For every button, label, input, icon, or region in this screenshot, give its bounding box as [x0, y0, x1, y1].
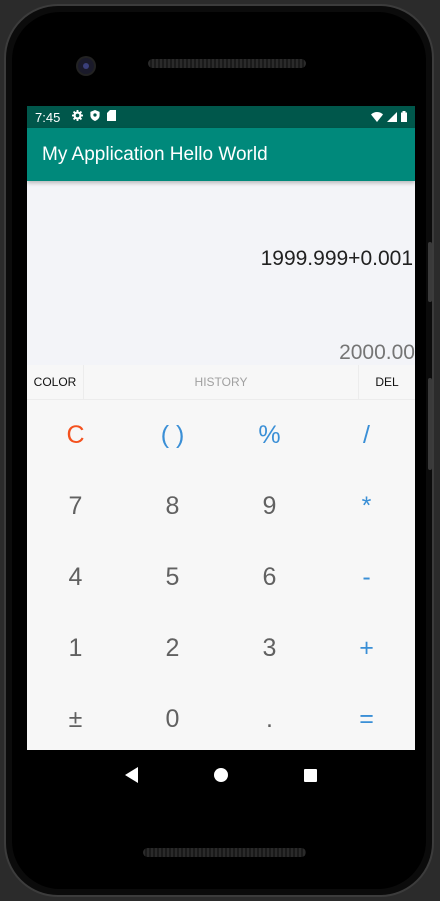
- sd-card-icon: [107, 110, 117, 124]
- parentheses-button[interactable]: ( ): [124, 400, 221, 471]
- status-time: 7:45: [35, 109, 61, 125]
- subtract-button[interactable]: -: [318, 542, 415, 613]
- volume-button: [428, 242, 432, 302]
- shield-icon: [90, 110, 100, 124]
- earpiece-speaker: [148, 59, 306, 68]
- signal-icon: [387, 110, 397, 125]
- digit-4-button[interactable]: 4: [27, 542, 124, 613]
- decimal-button[interactable]: .: [221, 684, 318, 755]
- digit-8-button[interactable]: 8: [124, 471, 221, 542]
- divide-button[interactable]: /: [318, 400, 415, 471]
- navigation-bar: [27, 750, 415, 800]
- status-right: [371, 110, 407, 125]
- percent-button[interactable]: %: [221, 400, 318, 471]
- calculator-display: 1999.999+0.001 2000.00: [27, 181, 415, 365]
- status-bar: 7:45: [27, 106, 415, 128]
- digit-0-button[interactable]: 0: [124, 684, 221, 755]
- digit-6-button[interactable]: 6: [221, 542, 318, 613]
- color-button[interactable]: COLOR: [27, 365, 83, 399]
- recents-icon[interactable]: [304, 768, 317, 782]
- add-button[interactable]: +: [318, 613, 415, 684]
- back-icon[interactable]: [125, 767, 138, 783]
- front-camera: [78, 58, 94, 74]
- expression-text[interactable]: 1999.999+0.001: [261, 247, 413, 271]
- multiply-button[interactable]: *: [318, 471, 415, 542]
- screen: 7:45 My Application Hello World 1999.999…: [27, 106, 415, 800]
- plus-minus-button[interactable]: ±: [27, 684, 124, 755]
- bottom-speaker: [143, 848, 306, 857]
- power-button: [428, 378, 432, 470]
- digit-2-button[interactable]: 2: [124, 613, 221, 684]
- digit-1-button[interactable]: 1: [27, 613, 124, 684]
- digit-3-button[interactable]: 3: [221, 613, 318, 684]
- delete-button[interactable]: DEL: [359, 365, 415, 399]
- wifi-icon: [371, 110, 383, 125]
- history-button[interactable]: HISTORY: [83, 365, 359, 399]
- clear-button[interactable]: C: [27, 400, 124, 471]
- equals-button[interactable]: =: [318, 684, 415, 755]
- app-title: My Application Hello World: [42, 143, 268, 165]
- result-text: 2000.00: [339, 341, 415, 364]
- digit-9-button[interactable]: 9: [221, 471, 318, 542]
- home-icon[interactable]: [214, 768, 228, 782]
- digit-5-button[interactable]: 5: [124, 542, 221, 613]
- keypad: C( )%/ 7 8 9 * 4 5 6- 1 2 3 + ±0. =: [27, 400, 415, 755]
- digit-7-button[interactable]: 7: [27, 471, 124, 542]
- function-bar: COLOR HISTORY DEL: [27, 365, 415, 400]
- settings-icon: [72, 110, 84, 124]
- app-bar: My Application Hello World: [27, 128, 415, 181]
- battery-icon: [401, 110, 407, 125]
